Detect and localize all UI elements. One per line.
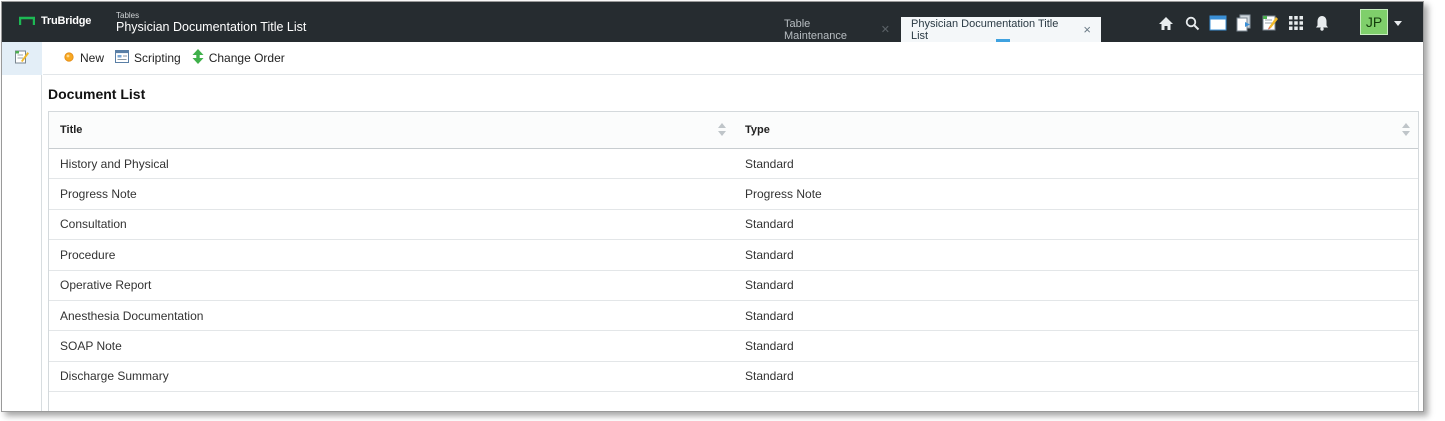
table-row[interactable]: Procedure Standard xyxy=(49,240,1418,271)
table-row[interactable]: Anesthesia Documentation Standard xyxy=(49,301,1418,332)
top-bar: TruBridge Tables Physician Documentation… xyxy=(2,2,1423,42)
cell-title: Discharge Summary xyxy=(60,369,169,384)
sort-icon[interactable] xyxy=(718,123,726,139)
cell-title: Consultation xyxy=(60,217,127,232)
column-header-type[interactable]: Type xyxy=(734,112,1418,148)
notes-icon[interactable] xyxy=(1259,12,1281,34)
brand-name: TruBridge xyxy=(41,15,92,27)
apps-grid-icon[interactable] xyxy=(1285,12,1307,34)
change-order-icon xyxy=(192,49,204,67)
column-header-label: Type xyxy=(745,124,770,136)
page-title: Physician Documentation Title List xyxy=(116,20,307,34)
scripting-label: Scripting xyxy=(134,51,181,65)
document-list-table: Title Type History and Physical Standard… xyxy=(48,111,1419,411)
table-header: Title Type xyxy=(49,112,1418,149)
bell-icon[interactable] xyxy=(1311,12,1333,34)
close-icon[interactable]: × xyxy=(1083,22,1091,37)
table-row[interactable]: History and Physical Standard xyxy=(49,149,1418,180)
change-order-label: Change Order xyxy=(208,51,285,65)
page-context: Tables xyxy=(116,11,140,20)
chevron-down-icon[interactable] xyxy=(1393,16,1403,30)
change-order-button[interactable]: Change Order xyxy=(192,49,285,67)
cell-type: Standard xyxy=(745,247,794,262)
cell-type: Standard xyxy=(745,308,794,323)
brand-logo[interactable]: TruBridge xyxy=(19,15,91,27)
tab-table-maintenance[interactable]: Table Maintenance ✕ xyxy=(774,17,900,42)
trubridge-logo-icon xyxy=(19,16,35,26)
scripting-button[interactable]: Scripting xyxy=(115,50,181,66)
scripting-icon xyxy=(115,50,130,66)
cell-type: Standard xyxy=(745,156,794,171)
new-icon xyxy=(63,51,75,66)
table-row[interactable]: Operative Report Standard xyxy=(49,271,1418,301)
left-rail xyxy=(2,42,42,411)
cell-type: Standard xyxy=(745,278,794,293)
tab-label: Table Maintenance xyxy=(784,17,847,42)
edit-document-icon xyxy=(14,49,30,68)
tab-physician-documentation-title-list[interactable]: Physician Documentation Title List × xyxy=(901,17,1101,42)
cell-title: History and Physical xyxy=(60,156,169,171)
close-icon[interactable]: ✕ xyxy=(881,23,890,36)
cell-title: SOAP Note xyxy=(60,339,122,354)
cell-type: Standard xyxy=(745,369,794,384)
cell-type: Progress Note xyxy=(745,187,822,202)
app-window: TruBridge Tables Physician Documentation… xyxy=(1,1,1424,412)
documents-icon[interactable] xyxy=(1233,12,1255,34)
new-label: New xyxy=(80,51,105,65)
cell-title: Anesthesia Documentation xyxy=(60,308,204,323)
new-button[interactable]: New xyxy=(63,51,104,66)
cell-type: Standard xyxy=(745,217,794,232)
table-row[interactable]: Progress Note Progress Note xyxy=(49,179,1418,210)
top-icon-bar xyxy=(1155,12,1337,34)
column-header-title[interactable]: Title xyxy=(49,112,734,148)
sort-icon[interactable] xyxy=(1402,123,1410,139)
tab-label: Physician Documentation Title List xyxy=(911,17,1059,42)
toolbar: New Scripting Change Order xyxy=(43,42,1423,75)
section-title: Document List xyxy=(48,86,146,102)
table-row[interactable]: Consultation Standard xyxy=(49,210,1418,241)
cell-title: Progress Note xyxy=(60,187,137,202)
table-row[interactable]: SOAP Note Standard xyxy=(49,331,1418,362)
column-header-label: Title xyxy=(60,124,83,136)
rail-item-documents[interactable] xyxy=(2,42,42,75)
window-icon[interactable] xyxy=(1207,12,1229,34)
cell-type: Standard xyxy=(745,339,794,354)
cell-title: Operative Report xyxy=(60,278,152,293)
search-icon[interactable] xyxy=(1181,12,1203,34)
user-avatar[interactable]: JP xyxy=(1360,9,1388,35)
cell-title: Procedure xyxy=(60,247,116,262)
table-row[interactable]: Discharge Summary Standard xyxy=(49,362,1418,393)
home-icon[interactable] xyxy=(1155,12,1177,34)
